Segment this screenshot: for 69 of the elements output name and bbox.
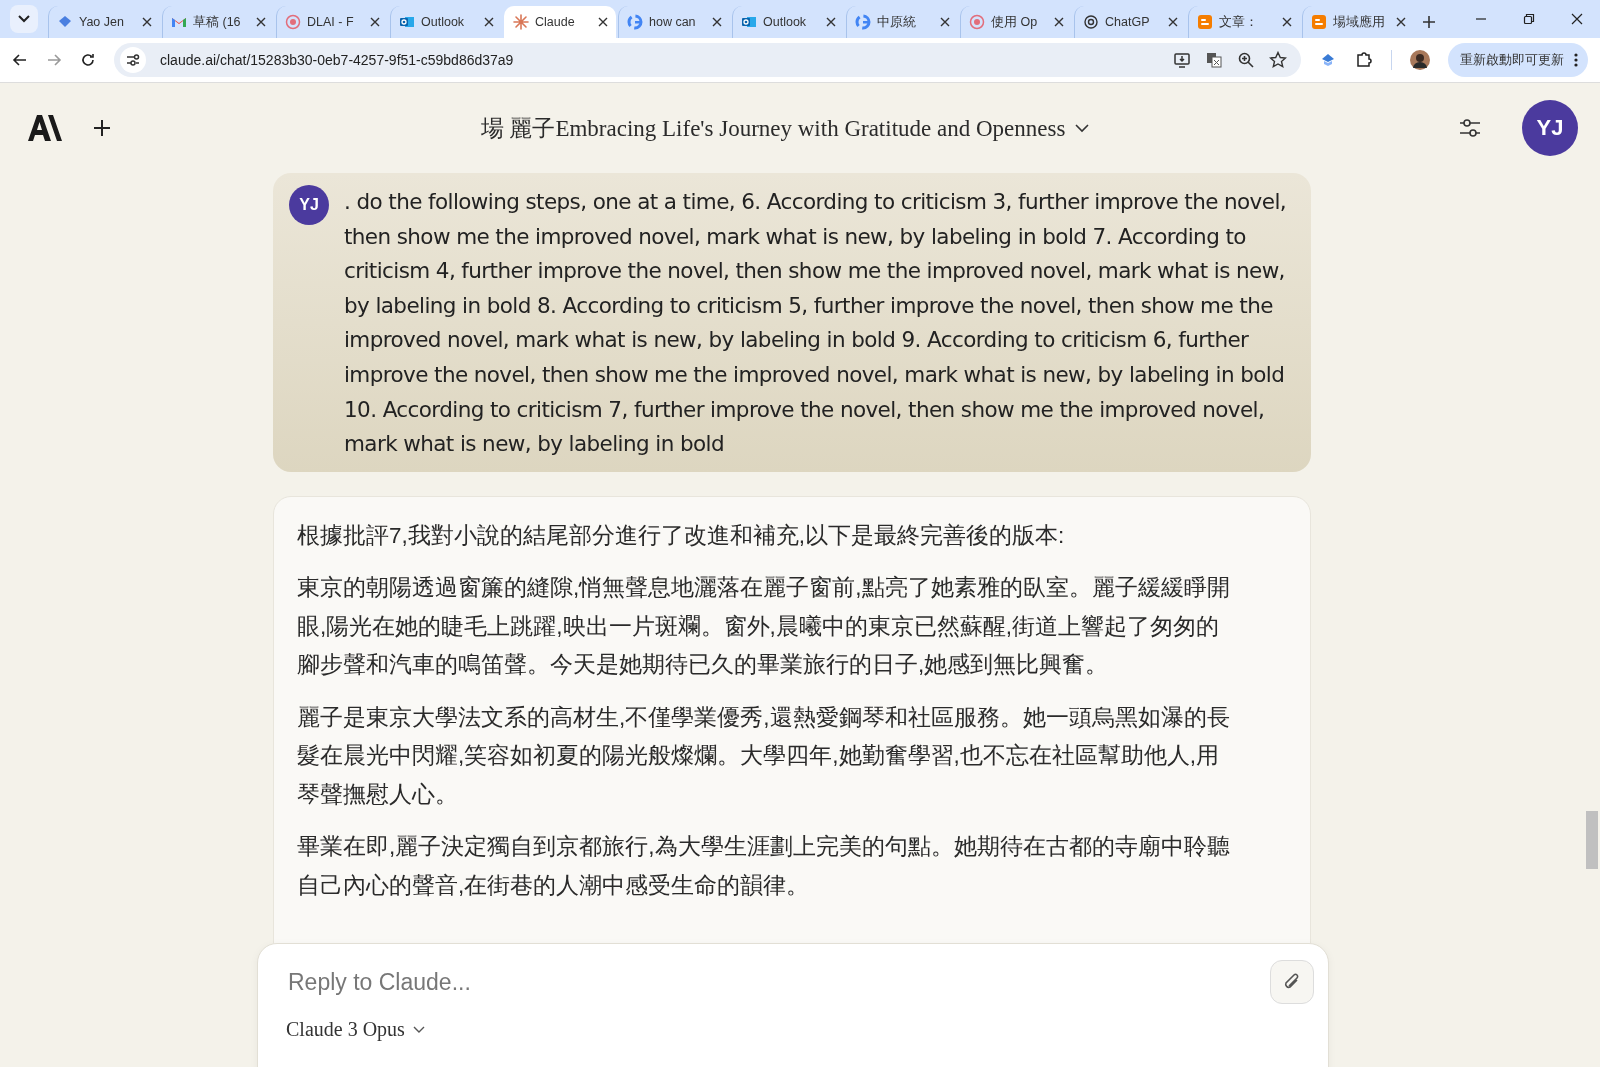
close-icon[interactable]: [1396, 17, 1406, 27]
close-icon[interactable]: [1282, 17, 1292, 27]
close-icon[interactable]: [1168, 17, 1178, 27]
tab-title: DLAI - F: [307, 15, 355, 29]
user-avatar[interactable]: YJ: [1522, 100, 1578, 156]
tab-title: Outlook: [421, 15, 466, 29]
diamond-icon: [57, 14, 73, 30]
document-icon: [1311, 14, 1327, 30]
mail-icon: [741, 14, 757, 30]
reload-icon[interactable]: [80, 52, 96, 68]
user-message-text: . do the following steps, one at a time, 6. According to criticism 3, further improve the novel, then show me the improved novel, mark what is new, by labeling in bold 7. According to criticism 4, further improve the novel, then show me the improved novel, mark what is new, by labeling in bold 8. According to criticism 5, further improve the novel, then show me the improved novel, mark what is new, by labeling in bold 9. According to criticism 6, further improve the novel, then show me the improved novel, mark what is new, by labeling in bold 10. According to criticism 7, further improve the novel, then show me the improved novel, mark what is new, by labeling in bold: [344, 188, 1287, 459]
address-field[interactable]: claude.ai/chat/15283b30-0eb7-4257-9f51-c59bd86d37a9: [114, 43, 1301, 77]
tab-title: 文章：: [1219, 13, 1259, 31]
plus-icon[interactable]: [92, 118, 112, 138]
attach-button[interactable]: [1270, 960, 1314, 1004]
close-icon[interactable]: [598, 17, 608, 27]
restore-icon[interactable]: [1523, 13, 1535, 25]
update-button[interactable]: 重新啟動即可更新: [1448, 43, 1588, 77]
close-icon[interactable]: [256, 17, 266, 27]
close-icon[interactable]: [484, 17, 494, 27]
forward-icon[interactable]: [46, 52, 62, 68]
browser-tab[interactable]: Claude: [504, 6, 616, 38]
target-icon: [285, 14, 301, 30]
site-settings-icon[interactable]: [120, 47, 146, 73]
close-icon[interactable]: [1054, 17, 1064, 27]
close-icon[interactable]: [712, 17, 722, 27]
mail-icon: [399, 14, 415, 30]
zoom-icon[interactable]: [1237, 51, 1255, 69]
document-icon: [1197, 14, 1213, 30]
chevron-down-icon: [1075, 123, 1090, 133]
chevron-down-icon: [18, 15, 30, 23]
chevron-down-icon: [412, 1025, 425, 1034]
close-icon[interactable]: [1571, 13, 1583, 25]
star-icon[interactable]: [1269, 51, 1287, 69]
logo-icon[interactable]: [28, 115, 62, 141]
user-avatar: YJ: [289, 185, 329, 225]
assistant-paragraph: 麗子是東京大學法文系的高材生,不僅學業優秀,還熱愛鋼琴和社區服務。她一頭烏黑如瀑的長髮在晨光中閃耀,笑容如初夏的陽光般燦爛。大學四年,她勤奮學習,也不忘在社區幫助他人,用琴聲撫慰人心。: [297, 703, 1231, 809]
url-text: claude.ai/chat/15283b30-0eb7-4257-9f51-c59bd86d37a9: [160, 52, 514, 68]
scrollbar-thumb[interactable]: [1586, 811, 1598, 869]
tab-title: Outlook: [763, 15, 808, 29]
translate-icon[interactable]: [1205, 51, 1223, 69]
close-icon[interactable]: [826, 17, 836, 27]
tab-title: 草稿 (16: [193, 13, 242, 31]
assistant-paragraph: 畢業在即,麗子決定獨自到京都旅行,為大學生涯劃上完美的句點。她期待在古都的寺廟中聆聽自己內心的聲音,在街巷的人潮中感受生命的韻律。: [297, 833, 1231, 900]
new-tab-icon[interactable]: [1422, 15, 1436, 29]
tab-title: Claude: [535, 15, 576, 29]
tab-title: 使用 Op: [991, 13, 1039, 31]
sunburst-icon: [513, 14, 529, 30]
close-icon[interactable]: [370, 17, 380, 27]
model-selector[interactable]: Claude 3 Opus: [286, 1018, 425, 1041]
puzzle-icon[interactable]: [1355, 51, 1373, 69]
assistant-paragraph: 根據批評7,我對小說的結尾部分進行了改進和補充,以下是最終完善後的版本:: [297, 521, 1066, 550]
assistant-paragraph: 東京的朝陽透過窗簾的縫隙,悄無聲息地灑落在麗子窗前,點亮了她素雅的臥室。麗子緩緩睜開眼,陽光在她的睫毛上跳躍,映出一片斑斕。窗外,晨曦中的東京已然蘇醒,街道上響起了匆匆的腳步聲和汽車的鳴笛聲。今天是她期待已久的畢業旅行的日子,她感到無比興奮。: [297, 574, 1231, 680]
tab-title: Yao Jen: [79, 15, 125, 29]
more-icon[interactable]: [1574, 53, 1578, 67]
tab-title: 中原統: [877, 13, 917, 31]
settings-icon[interactable]: [1458, 116, 1482, 140]
tab-title: how can: [649, 15, 697, 29]
tab-title: 場域應用: [1333, 13, 1386, 31]
tab-search-button[interactable]: [10, 5, 38, 33]
close-icon[interactable]: [142, 17, 152, 27]
back-icon[interactable]: [12, 52, 28, 68]
tab-title: ChatGP: [1105, 15, 1151, 29]
chat-title[interactable]: 場 麗子Embracing Life's Journey with Gratitude and Openness: [480, 112, 1090, 144]
target-icon: [969, 14, 985, 30]
profile-icon[interactable]: [1410, 49, 1430, 71]
reply-input-field[interactable]: Reply to Claude...: [286, 967, 1270, 997]
close-icon[interactable]: [940, 17, 950, 27]
install-icon[interactable]: [1173, 51, 1191, 69]
